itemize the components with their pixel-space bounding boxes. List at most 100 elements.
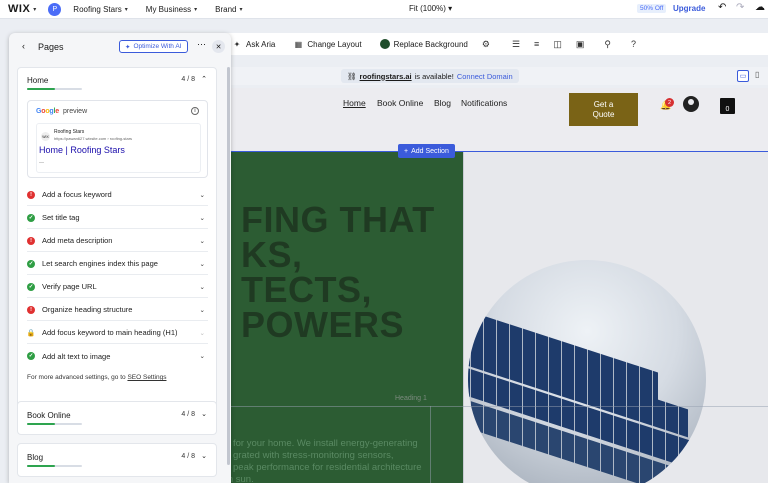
columns-icon[interactable]: ◫ bbox=[553, 39, 562, 50]
hero-heading-line: KS, bbox=[241, 234, 303, 275]
get-quote-label: Get a Quote bbox=[592, 99, 615, 119]
get-quote-button[interactable]: Get a Quote bbox=[569, 93, 638, 126]
site-name: Roofing Stars bbox=[73, 4, 122, 14]
add-section-button[interactable]: + Add Section bbox=[398, 144, 455, 158]
align-icon[interactable]: ☰ bbox=[512, 39, 520, 50]
seo-progress-bar bbox=[27, 423, 82, 425]
desktop-view-icon[interactable]: ▭ bbox=[737, 70, 749, 82]
check-icon: ✓ bbox=[27, 282, 35, 291]
page-score: 4 / 8 bbox=[181, 411, 195, 418]
site-menu[interactable]: Roofing Stars ▾ bbox=[73, 5, 127, 14]
user-avatar-icon[interactable] bbox=[683, 96, 699, 112]
change-layout-label: Change Layout bbox=[307, 39, 362, 49]
my-business-menu[interactable]: My Business ▾ bbox=[146, 5, 197, 14]
nav-book-online[interactable]: Book Online bbox=[377, 98, 423, 108]
google-preview: Google preview i WIX Roofing Stars https… bbox=[27, 100, 208, 178]
replace-background-button[interactable]: Replace Background bbox=[379, 39, 468, 49]
redo-icon[interactable]: ↷ bbox=[736, 2, 744, 13]
undo-icon[interactable]: ↶ bbox=[718, 2, 726, 13]
hero-heading[interactable]: FING THAT KS, TECTS, POWERS bbox=[241, 199, 463, 345]
upgrade-link[interactable]: Upgrade bbox=[673, 4, 705, 13]
image-icon[interactable]: ▣ bbox=[576, 39, 585, 50]
seo-check-item[interactable]: ✓ Add alt text to image ⌄ bbox=[27, 345, 208, 367]
serp-url: https://pawan627.wixsite.com › roofing-s… bbox=[54, 136, 133, 141]
notification-count-badge: 2 bbox=[665, 98, 674, 107]
cart-icon[interactable]: 0 bbox=[720, 98, 735, 114]
hero-heading-line: POWERS bbox=[241, 304, 405, 345]
background-color-swatch bbox=[379, 39, 390, 49]
seo-check-item[interactable]: 🔒 Add focus keyword to main heading (H1) ⌄ bbox=[27, 322, 208, 344]
seo-check-label: Add a focus keyword bbox=[42, 190, 112, 199]
hero-image-column[interactable] bbox=[463, 152, 768, 483]
page-card-title[interactable]: Home bbox=[27, 76, 48, 85]
seo-settings-link[interactable]: SEO Settings bbox=[127, 374, 166, 381]
nav-home[interactable]: Home bbox=[343, 98, 366, 108]
seo-check-item[interactable]: ✓ Verify page URL ⌄ bbox=[27, 276, 208, 298]
back-arrow-icon[interactable]: ‹ bbox=[22, 41, 25, 51]
nav-notifications[interactable]: Notifications bbox=[461, 98, 507, 108]
help-icon[interactable]: ? bbox=[631, 39, 636, 49]
chevron-down-icon: ▾ bbox=[448, 4, 453, 13]
domain-available-text: is available! bbox=[414, 71, 454, 81]
wix-logo[interactable]: WIX bbox=[8, 3, 30, 15]
chevron-up-icon[interactable]: ⌃ bbox=[201, 75, 207, 83]
ask-aria-button[interactable]: ✦ Ask Aria bbox=[232, 39, 276, 49]
error-icon: ! bbox=[27, 236, 35, 245]
cart-count: 0 bbox=[725, 106, 730, 113]
brand-label: Brand bbox=[215, 4, 237, 14]
page-score: 4 / 8 bbox=[181, 76, 195, 83]
brand-menu[interactable]: Brand ▾ bbox=[215, 5, 242, 14]
page-card-book-online[interactable]: Book Online 4 / 8 ⌄ bbox=[17, 401, 217, 435]
serp-snippet: — bbox=[39, 160, 44, 166]
optimize-with-ai-label: Optimize With AI bbox=[133, 43, 182, 50]
seo-progress-fill bbox=[27, 423, 55, 425]
hero-heading-line: FING THAT bbox=[241, 199, 435, 240]
more-options-icon[interactable]: ⋯ bbox=[197, 39, 206, 50]
link-icon: ⛓ bbox=[347, 71, 357, 81]
my-business-label: My Business bbox=[145, 4, 192, 14]
seo-check-label: Add alt text to image bbox=[42, 351, 111, 361]
arrange-icon[interactable]: ≡ bbox=[534, 39, 539, 49]
seo-check-item[interactable]: ! Organize heading structure ⌄ bbox=[27, 299, 208, 321]
info-icon[interactable]: i bbox=[191, 107, 199, 115]
chevron-down-icon[interactable]: ⌄ bbox=[201, 452, 207, 460]
section-selection-outline bbox=[230, 151, 768, 152]
seo-check-item[interactable]: ✓ Set title tag ⌄ bbox=[27, 207, 208, 229]
seo-check-item[interactable]: ✓ Let search engines index this page ⌄ bbox=[27, 253, 208, 275]
chevron-down-icon: ▾ bbox=[194, 6, 198, 13]
nav-blog[interactable]: Blog bbox=[434, 98, 451, 108]
chevron-down-icon: ⌄ bbox=[199, 214, 205, 222]
change-layout-button[interactable]: ▦ Change Layout bbox=[293, 39, 362, 49]
search-result-preview: WIX Roofing Stars https://pawan627.wixsi… bbox=[36, 123, 201, 173]
solar-panel-image[interactable] bbox=[468, 260, 706, 483]
chevron-down-icon: ⌄ bbox=[199, 191, 205, 199]
seo-progress-fill bbox=[27, 88, 55, 90]
seo-check-label: Verify page URL bbox=[42, 282, 97, 291]
serp-title: Home | Roofing Stars bbox=[39, 145, 125, 155]
settings-icon[interactable]: ⚙ bbox=[482, 39, 490, 50]
check-icon: ✓ bbox=[27, 259, 35, 268]
heading-tag-label: Heading 1 bbox=[395, 395, 427, 402]
advanced-settings-note: For more advanced settings, go to SEO Se… bbox=[27, 374, 166, 381]
close-icon[interactable]: ✕ bbox=[212, 40, 225, 53]
domain-name[interactable]: roofingstars.ai bbox=[360, 72, 412, 81]
panel-scrollbar[interactable] bbox=[227, 67, 230, 465]
site-avatar[interactable]: P bbox=[48, 2, 62, 16]
seo-check-item[interactable]: ! Add a focus keyword ⌄ bbox=[27, 184, 208, 206]
cloud-sync-icon[interactable]: ☁ bbox=[755, 2, 765, 13]
optimize-with-ai-button[interactable]: ✦ Optimize With AI bbox=[119, 40, 188, 53]
link-icon[interactable]: ⚲ bbox=[604, 39, 611, 50]
zoom-dropdown[interactable]: Fit (100%) ▾ bbox=[409, 4, 452, 13]
connect-domain-link[interactable]: Connect Domain bbox=[457, 72, 513, 81]
seo-check-item[interactable]: ! Add meta description ⌄ bbox=[27, 230, 208, 252]
chevron-down-icon[interactable]: ▾ bbox=[33, 6, 36, 13]
mobile-view-icon[interactable]: ▯ bbox=[755, 70, 759, 79]
section-toolbar: ✦ Ask Aria ▦ Change Layout Replace Backgro… bbox=[224, 33, 768, 55]
seo-progress-fill bbox=[27, 465, 55, 467]
lock-icon: 🔒 bbox=[26, 329, 36, 337]
chevron-down-icon[interactable]: ⌄ bbox=[201, 410, 207, 418]
page-card-home: Home 4 / 8 ⌃ Google preview i WIX Roofin… bbox=[17, 67, 217, 424]
check-icon: ✓ bbox=[27, 352, 35, 360]
page-card-blog[interactable]: Blog 4 / 8 ⌄ bbox=[17, 443, 217, 477]
footnote-text: For more advanced settings, go to bbox=[27, 374, 128, 381]
